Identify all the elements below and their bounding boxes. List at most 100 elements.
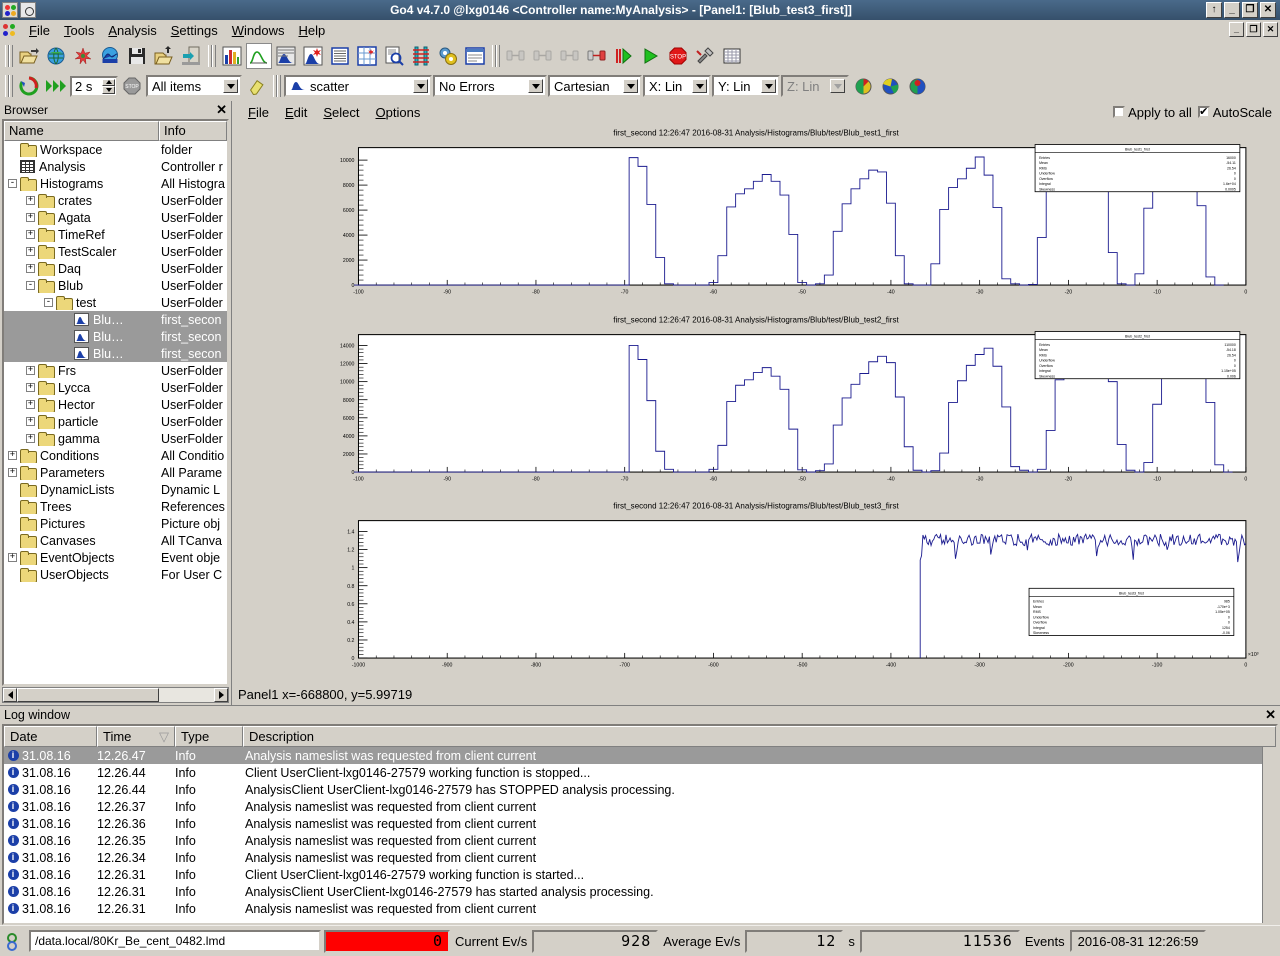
save-as-icon[interactable] [151,43,177,69]
tree-row[interactable]: +FrsUserFolder [4,362,227,379]
menu-help[interactable]: Help [291,21,332,40]
coord-system-chevron-down-icon[interactable] [623,79,638,93]
macro-icon[interactable] [719,43,745,69]
step2-icon[interactable] [530,43,556,69]
scroll-right-button[interactable] [214,688,228,702]
superimpose-icon[interactable] [273,43,299,69]
browser-close-icon[interactable]: ✕ [216,102,227,118]
expand-icon[interactable]: + [26,230,35,239]
items-filter-combo[interactable]: All items [146,75,242,97]
tree-row[interactable]: TreesReferences [4,498,227,515]
refresh-icon[interactable] [16,73,42,99]
collapse-icon[interactable]: - [44,298,53,307]
y-scale-chevron-down-icon[interactable] [761,79,776,93]
log-row[interactable]: i31.08.1612.26.44InfoClient UserClient-l… [4,764,1262,781]
tree-row[interactable]: +HectorUserFolder [4,396,227,413]
step3-icon[interactable] [557,43,583,69]
stop-icon[interactable]: STOP [665,43,691,69]
log-column-time[interactable]: Time ▽ [97,726,175,747]
toolbar-grip[interactable] [5,44,12,68]
expand-icon[interactable]: + [26,417,35,426]
chart-1[interactable]: first_second 12:26:47 2016-08-31 Analysi… [236,123,1276,310]
connect-server-icon[interactable] [43,43,69,69]
list-icon[interactable] [327,43,353,69]
coord-system-combo[interactable]: Cartesian [548,75,642,97]
toolbar-grip-3[interactable] [492,44,499,68]
log-column-description[interactable]: Description [243,726,1276,747]
expand-icon[interactable]: + [8,451,17,460]
menu-tools[interactable]: Tools [57,21,101,40]
tree-row[interactable]: +TestScalerUserFolder [4,243,227,260]
x-scale-chevron-down-icon[interactable] [692,79,707,93]
restore-up-button[interactable]: ↑ [1206,2,1222,18]
items-filter-chevron-down-icon[interactable] [223,79,238,93]
expand-icon[interactable]: + [26,366,35,375]
log-close-icon[interactable]: ✕ [1265,707,1276,723]
log-column-date[interactable]: Date [4,726,97,747]
stats-box[interactable]: Blub_test2_firstEntries110000Mean-54.18R… [1035,331,1240,378]
log-row[interactable]: i31.08.1612.26.36InfoAnalysis nameslist … [4,815,1262,832]
tree-row[interactable]: +ConditionsAll Conditio [4,447,227,464]
expand-icon[interactable]: + [8,553,17,562]
open-file-icon[interactable] [16,43,42,69]
log-table-body[interactable]: i31.08.1612.26.47InfoAnalysis nameslist … [4,747,1262,923]
stats-box[interactable]: Blub_test1_firstEntries16000Mean-54.11RM… [1035,145,1240,192]
log-row[interactable]: i31.08.1612.26.44InfoAnalysisClient User… [4,781,1262,798]
browser-tree-body[interactable]: WorkspacefolderAnalysisController r-Hist… [4,141,227,684]
configure-icon[interactable] [692,43,718,69]
expand-icon[interactable]: + [26,264,35,273]
marker-icon[interactable] [300,43,326,69]
maximize-button[interactable]: ❐ [1242,2,1258,18]
tree-row[interactable]: Workspacefolder [4,141,227,158]
tree-row[interactable]: +TimeRefUserFolder [4,226,227,243]
tree-row[interactable]: +LyccaUserFolder [4,379,227,396]
log-row[interactable]: i31.08.1612.26.31InfoClient UserClient-l… [4,866,1262,883]
chart-2[interactable]: first_second 12:26:47 2016-08-31 Analysi… [236,310,1276,497]
step4-icon[interactable] [584,43,610,69]
error-mode-chevron-down-icon[interactable] [528,79,543,93]
view-toolbar-grip[interactable] [5,74,12,98]
panel-menu-file[interactable]: File [240,103,277,122]
tree-row[interactable]: DynamicListsDynamic L [4,481,227,498]
step1-icon[interactable] [503,43,529,69]
palette-1-icon[interactable] [850,73,876,99]
subpad-1[interactable]: first_second 12:26:47 2016-08-31 Analysi… [236,123,1276,310]
palette-2-icon[interactable] [877,73,903,99]
scroll-track[interactable] [17,688,214,702]
refresh-interval-input[interactable]: 2 s [70,76,118,97]
log-row[interactable]: i31.08.1612.26.31InfoAnalysis nameslist … [4,900,1262,917]
close-button[interactable]: ✕ [1260,2,1276,18]
eraser-icon[interactable] [243,73,269,99]
log-row[interactable]: i31.08.1612.26.31InfoAnalysisClient User… [4,883,1262,900]
log-row[interactable]: i31.08.1612.26.47InfoAnalysis nameslist … [4,747,1262,764]
tree-row[interactable]: Blu…first_secon [4,345,227,362]
open-remote-histogram-icon[interactable] [97,43,123,69]
refresh-interval-spinner[interactable] [102,79,115,94]
subpad-2[interactable]: first_second 12:26:47 2016-08-31 Analysi… [236,310,1276,497]
tree-row[interactable]: +ParametersAll Parame [4,464,227,481]
spinner-up-button[interactable] [102,79,115,87]
menu-file[interactable]: File [22,21,57,40]
tree-row[interactable]: UserObjectsFor User C [4,566,227,583]
autoscale-checkbox[interactable]: AutoScale [1198,105,1272,120]
expand-icon[interactable]: + [26,247,35,256]
expand-icon[interactable]: + [26,213,35,222]
log-row[interactable]: i31.08.1612.26.37InfoAnalysis nameslist … [4,798,1262,815]
error-mode-combo[interactable]: No Errors [433,75,547,97]
scroll-thumb[interactable] [17,688,159,702]
log-vertical-scrollbar[interactable] [1262,747,1276,923]
panel-menu-options[interactable]: Options [368,103,429,122]
log-row[interactable]: i31.08.1612.26.35InfoAnalysis nameslist … [4,832,1262,849]
expand-icon[interactable]: + [8,468,17,477]
scroll-left-button[interactable] [3,688,17,702]
draw-mode-chevron-down-icon[interactable] [413,79,428,93]
spinner-down-button[interactable] [102,86,115,94]
tree-row[interactable]: +AgataUserFolder [4,209,227,226]
tree-row[interactable]: -testUserFolder [4,294,227,311]
log-row[interactable]: i31.08.1612.26.34InfoAnalysis nameslist … [4,849,1262,866]
tree-row[interactable]: +EventObjectsEvent obje [4,549,227,566]
browser-horizontal-scrollbar[interactable] [2,687,229,703]
save-icon[interactable] [124,43,150,69]
collapse-icon[interactable]: - [8,179,17,188]
x-scale-combo[interactable]: X: Lin [643,75,711,97]
